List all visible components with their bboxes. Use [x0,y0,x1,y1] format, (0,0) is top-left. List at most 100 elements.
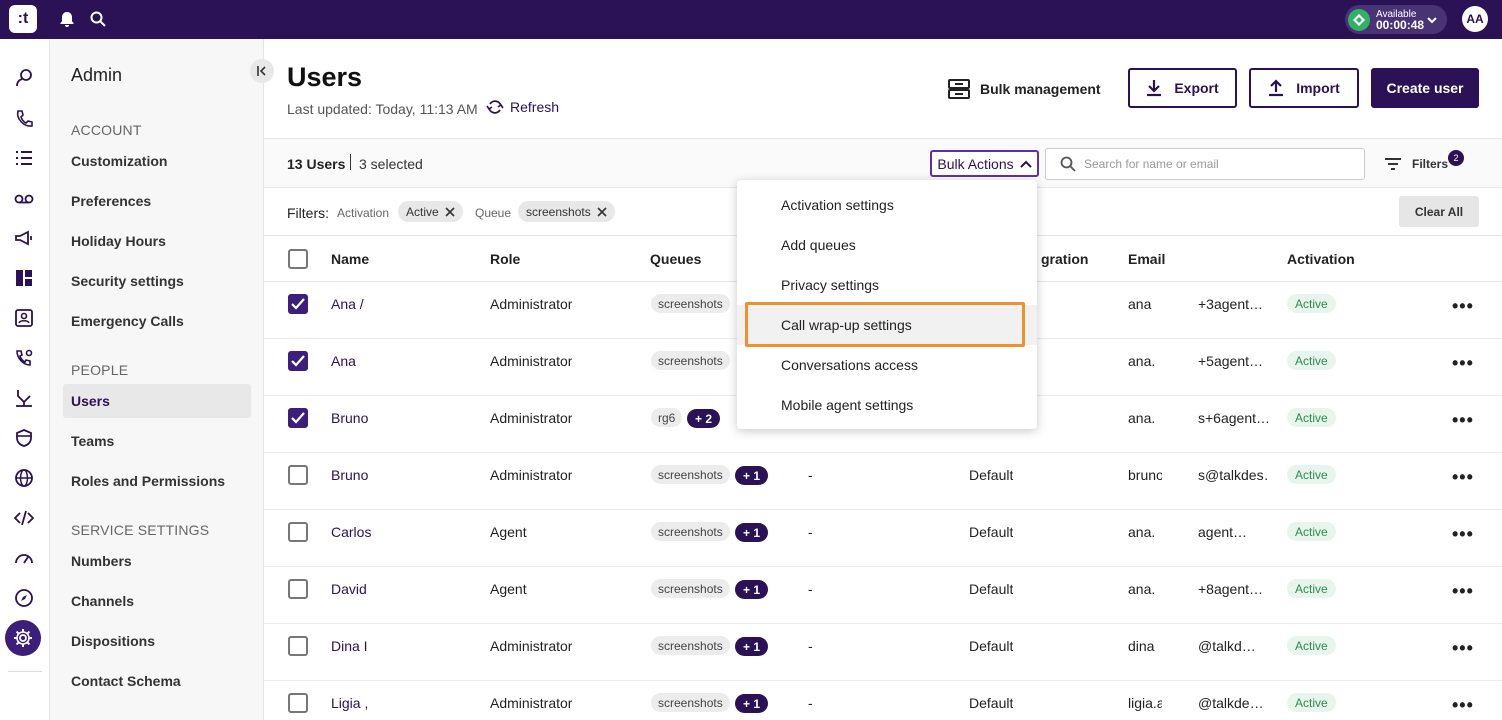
row-checkbox[interactable] [288,579,308,599]
phone-settings-icon[interactable] [13,347,35,369]
row-checkbox[interactable] [288,408,308,428]
search-box[interactable] [1045,148,1365,180]
create-user-button[interactable]: Create user [1371,68,1479,108]
sidebar-item-dispositions[interactable]: Dispositions [63,624,251,658]
queue-more-badge[interactable]: + 2 [687,409,721,428]
sidebar-item-roles-and-permissions[interactable]: Roles and Permissions [63,464,251,498]
queue-more-badge[interactable]: + 1 [735,637,769,656]
more-actions-icon[interactable]: ••• [1452,296,1474,317]
row-checkbox[interactable] [288,465,308,485]
column-header-integration[interactable]: gration [1041,251,1088,267]
sidebar-item-contact-schema[interactable]: Contact Schema [63,664,251,698]
more-actions-icon[interactable]: ••• [1452,410,1474,431]
queue-more-badge[interactable]: + 1 [735,523,769,542]
table-row[interactable]: David Agent screenshots + 1 - Default ana. +8ag… [264,567,1502,624]
filter-chip-queue[interactable]: screenshots [518,201,615,222]
sidebar-item-channels[interactable]: Channels [63,584,251,618]
sidebar-item-customization[interactable]: Customization [63,144,251,178]
user-role: Administrator [490,296,573,312]
filter-chip-active[interactable]: Active [398,201,463,222]
menu-item-activation-settings[interactable]: Activation settings [737,185,1037,225]
row-checkbox[interactable] [288,294,308,314]
import-button[interactable]: Import [1249,68,1359,108]
search-input[interactable] [1084,157,1354,171]
export-button[interactable]: Export [1128,68,1237,108]
queue-more-badge[interactable]: + 1 [735,580,769,599]
table-row[interactable]: Dina I Administrator screenshots + 1 - Defaul… [264,624,1502,681]
sidebar-item-teams[interactable]: Teams [63,424,251,458]
bell-icon[interactable] [57,9,77,29]
dashboard-icon[interactable] [13,267,35,289]
menu-item-privacy-settings[interactable]: Privacy settings [737,265,1037,305]
user-name-link[interactable]: Dina I [331,638,371,654]
menu-item-conversations-access[interactable]: Conversations access [737,345,1037,385]
table-row[interactable]: Bruno Administrator screenshots + 1 - Default… [264,453,1502,510]
queue-more-badge[interactable]: + 1 [735,466,769,485]
user-name-link[interactable]: Ana [331,353,371,369]
more-actions-icon[interactable]: ••• [1452,524,1474,545]
sidebar-item-users[interactable]: Users [63,384,251,418]
voicemail-icon[interactable] [13,188,35,210]
user-name-link[interactable]: Bruno , [331,410,371,426]
search-icon[interactable] [88,9,108,29]
import-label: Import [1296,80,1340,96]
menu-item-add-queues[interactable]: Add queues [737,225,1037,265]
user-name-link[interactable]: Ligia , [331,695,371,711]
menu-item-call-wrap-up-settings[interactable]: Call wrap-up settings [737,305,1037,345]
sidebar-item-security-settings[interactable]: Security settings [63,264,251,298]
menu-item-mobile-agent-settings[interactable]: Mobile agent settings [737,385,1037,425]
row-checkbox[interactable] [288,351,308,371]
column-header-role[interactable]: Role [490,251,520,267]
column-header-queues[interactable]: Queues [650,251,701,267]
more-actions-icon[interactable]: ••• [1452,638,1474,659]
app-logo[interactable]: :t [9,5,37,33]
user-name-link[interactable]: Ana / [331,296,371,312]
code-icon[interactable] [13,507,35,529]
list-icon[interactable] [13,147,35,169]
select-all-checkbox[interactable] [288,249,308,269]
table-row[interactable]: Carlos Agent screenshots + 1 - Default ana. age… [264,510,1502,567]
agent-status-selector[interactable]: Available 00:00:48 [1345,5,1447,34]
row-checkbox[interactable] [288,522,308,542]
globe-icon[interactable] [13,467,35,489]
more-actions-icon[interactable]: ••• [1452,467,1474,488]
shield-icon[interactable] [13,427,35,449]
gauge-icon[interactable] [13,547,35,569]
more-actions-icon[interactable]: ••• [1452,353,1474,374]
column-header-email[interactable]: Email [1128,251,1165,267]
user-name-link[interactable]: David [331,581,371,597]
sidebar-item-holiday-hours[interactable]: Holiday Hours [63,224,251,258]
more-actions-icon[interactable]: ••• [1452,581,1474,602]
clear-all-button[interactable]: Clear All [1399,196,1479,227]
user-email-domain: s@talkdes… [1198,467,1268,483]
user-name-link[interactable]: Carlos [331,524,371,540]
conversations-icon[interactable] [13,67,35,89]
sidebar-item-numbers[interactable]: Numbers [63,544,251,578]
avatar[interactable]: AA [1462,6,1488,32]
phone-icon[interactable] [13,108,35,130]
row-checkbox[interactable] [288,693,308,713]
more-actions-icon[interactable]: ••• [1452,695,1474,716]
bulk-actions-button[interactable]: Bulk Actions [930,150,1039,177]
queue-more-badge[interactable]: + 1 [735,694,769,713]
row-checkbox[interactable] [288,636,308,656]
rail-divider [8,671,42,672]
refresh-button[interactable]: Refresh [486,99,559,115]
compass-icon[interactable] [13,587,35,609]
user-name-link[interactable]: Bruno [331,467,371,483]
contacts-icon[interactable] [13,307,35,329]
sidebar-item-emergency-calls[interactable]: Emergency Calls [63,304,251,338]
table-row[interactable]: Ligia , Administrator screenshots + 1 - Defau… [264,681,1502,720]
user-role: Agent [490,524,527,540]
activation-badge: Active [1287,522,1336,541]
megaphone-icon[interactable] [13,227,35,249]
flow-icon[interactable] [13,387,35,409]
column-header-name[interactable]: Name [331,251,369,267]
bulk-management-button[interactable]: Bulk management [948,77,1101,101]
filters-button[interactable]: Filters [1384,157,1448,171]
user-role: Administrator [490,695,573,711]
queue-chip: screenshots [651,579,730,598]
gear-icon[interactable] [5,620,41,656]
column-header-activation[interactable]: Activation [1287,251,1355,267]
sidebar-item-preferences[interactable]: Preferences [63,184,251,218]
